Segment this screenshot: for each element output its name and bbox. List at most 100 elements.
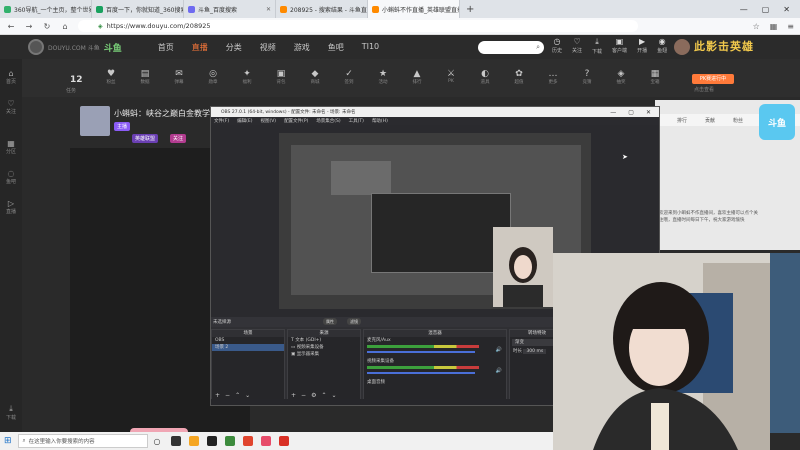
volume-slider[interactable]: [367, 351, 475, 353]
gift-item[interactable]: ✦ 福利: [236, 69, 258, 85]
task-view-icon[interactable]: ○: [154, 437, 161, 446]
rail-item-category[interactable]: ▦ 分区: [0, 139, 22, 155]
taskbar-app-icon[interactable]: [170, 436, 181, 446]
obs-menu-item[interactable]: 文件(F): [214, 118, 229, 124]
remove-icon[interactable]: −: [225, 392, 230, 399]
maximize-icon[interactable]: ▢: [762, 5, 770, 14]
history-button[interactable]: ◷ 历史: [552, 37, 562, 55]
star-icon[interactable]: ☆: [753, 22, 760, 31]
gift-item[interactable]: ✓ 签到: [338, 69, 360, 85]
gift-item[interactable]: ▤ 数据: [134, 69, 156, 85]
menu-icon[interactable]: ≡: [787, 22, 794, 31]
obs-menu-item[interactable]: 工具(T): [349, 118, 364, 124]
user-avatar[interactable]: [674, 39, 690, 55]
speaker-icon[interactable]: 🔊: [496, 368, 502, 374]
obs-menu-item[interactable]: 视图(V): [260, 118, 276, 124]
download-button[interactable]: ⤓ 下载: [592, 37, 602, 55]
streamer-tag[interactable]: 主播: [114, 122, 131, 131]
scene-item-selected[interactable]: 场景 2: [212, 344, 284, 351]
taskbar-app-icon[interactable]: [224, 436, 235, 446]
client-button[interactable]: ▣ 客户端: [612, 37, 627, 55]
taskbar-app-icon[interactable]: [260, 436, 271, 446]
rail-item-home[interactable]: ⌂ 首页: [0, 69, 22, 85]
taskbar-app-icon[interactable]: [188, 436, 199, 446]
up-icon[interactable]: ⌃: [321, 392, 326, 399]
speaker-icon[interactable]: 🔊: [496, 347, 502, 353]
side-ad[interactable]: [770, 253, 800, 433]
tab-fans[interactable]: 粉丝: [733, 117, 743, 124]
gift-item[interactable]: ◎ 勋章: [202, 69, 224, 85]
taskbar-app-icon[interactable]: [206, 436, 217, 446]
taskbar-app-icon[interactable]: [278, 436, 289, 446]
url-field[interactable]: ◈ https://www.douyu.com/208925: [78, 20, 638, 32]
nav-item-category[interactable]: 分类: [226, 42, 242, 53]
fishfin-button[interactable]: ◉ 鱼翅: [657, 37, 667, 55]
gift-item[interactable]: ▲ 排行: [406, 69, 428, 85]
pk-button[interactable]: PK赛进行中: [692, 74, 734, 84]
gift-item[interactable]: ◆ 商城: [304, 69, 326, 85]
nav-item-ti10[interactable]: TI10: [362, 42, 379, 53]
tab-close-icon[interactable]: ✕: [266, 6, 271, 13]
down-icon[interactable]: ⌄: [331, 392, 336, 399]
back-icon[interactable]: ←: [6, 22, 16, 31]
gift-item[interactable]: ◐ 道具: [474, 69, 496, 85]
properties-button[interactable]: 属性: [323, 318, 337, 325]
gift-item[interactable]: ▣ 背包: [270, 69, 292, 85]
settings-icon[interactable]: ⚙: [311, 392, 316, 399]
source-item[interactable]: ▭ 视频采集设备: [288, 344, 360, 351]
gift-item[interactable]: ♥ 粉丝: [100, 69, 122, 85]
game-tag[interactable]: 英雄联盟: [132, 134, 159, 143]
source-item[interactable]: ▣ 显示器采集: [288, 351, 360, 358]
browser-tab-active[interactable]: 小蝌蚪不作直播_英雄联盟直播✕: [368, 0, 460, 18]
promo-badge[interactable]: 斗鱼: [759, 104, 795, 140]
nav-item-game[interactable]: 游戏: [294, 42, 310, 53]
obs-menu-item[interactable]: 场景集合(S): [316, 118, 340, 124]
gift-item[interactable]: ◈ 抽奖: [610, 69, 632, 85]
add-icon[interactable]: +: [291, 392, 296, 399]
nav-item-live[interactable]: 直播: [192, 42, 208, 53]
forward-icon[interactable]: →: [24, 22, 34, 31]
gift-item[interactable]: ? 竞猜: [576, 69, 598, 85]
browser-tab[interactable]: 360导航_一个主页，整个世界✕: [0, 0, 92, 18]
tab-contribution[interactable]: 贡献: [705, 117, 715, 124]
rail-item-follow[interactable]: ♡ 关注: [0, 99, 22, 115]
rail-item-download[interactable]: ⤓ 下载: [0, 404, 22, 421]
obs-menu-item[interactable]: 配置文件(P): [284, 118, 308, 124]
nav-item-fishbar[interactable]: 鱼吧: [328, 42, 344, 53]
follow-tag[interactable]: 关注: [170, 134, 187, 143]
douyu-logo[interactable]: DOUYU.COM 斗鱼 斗鱼: [28, 39, 122, 55]
taskbar-search-input[interactable]: ⌕ 在这里输入你要搜索的内容: [17, 434, 148, 448]
reload-icon[interactable]: ↻: [42, 22, 52, 31]
nav-item-video[interactable]: 视频: [260, 42, 276, 53]
browser-tab[interactable]: 斗鱼_百度搜索 ✕: [184, 0, 276, 18]
browser-tab[interactable]: 208925 - 搜索结果 - 斗鱼直播✕: [276, 0, 368, 18]
duration-input[interactable]: 300 ms: [523, 349, 547, 354]
remove-icon[interactable]: −: [301, 392, 306, 399]
obs-menu-item[interactable]: 编辑(E): [237, 118, 252, 124]
filters-button[interactable]: 滤镜: [347, 318, 361, 325]
close-icon[interactable]: ✕: [783, 5, 790, 14]
gift-item[interactable]: ▦ 宝箱: [644, 69, 666, 85]
gift-item[interactable]: ✿ 超值: [508, 69, 530, 85]
minimize-icon[interactable]: —: [740, 5, 748, 14]
source-item[interactable]: T 文本 (GDI+): [288, 337, 360, 344]
search-icon[interactable]: ⌕: [536, 43, 540, 52]
volume-slider[interactable]: [367, 372, 475, 374]
extensions-icon[interactable]: ▦: [770, 22, 778, 31]
scene-item[interactable]: OBS: [212, 337, 284, 344]
up-icon[interactable]: ⌃: [235, 392, 240, 399]
tab-rank[interactable]: 排行: [677, 117, 687, 124]
gift-item[interactable]: … 更多: [542, 69, 564, 85]
new-tab-button[interactable]: +: [460, 4, 480, 15]
home-icon[interactable]: ⌂: [60, 22, 70, 31]
gift-item[interactable]: ★ 活动: [372, 69, 394, 85]
rail-item-live[interactable]: ▷ 直播: [0, 199, 22, 215]
nav-item-home[interactable]: 首页: [158, 42, 174, 53]
down-icon[interactable]: ⌄: [245, 392, 250, 399]
header-banner[interactable]: 此影击英雄: [694, 38, 754, 54]
streamer-avatar[interactable]: [80, 106, 110, 136]
gift-item[interactable]: ✉ 弹幕: [168, 69, 190, 85]
add-icon[interactable]: +: [215, 392, 220, 399]
windows-start-icon[interactable]: ⊞: [4, 436, 12, 446]
rail-item-fishbar[interactable]: ◌ 鱼吧: [0, 169, 22, 185]
